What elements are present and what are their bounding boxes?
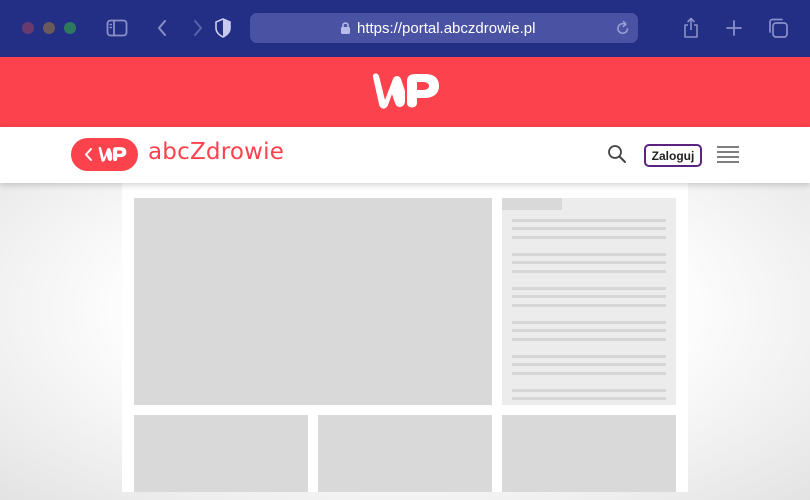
content-area: [0, 183, 810, 500]
share-icon[interactable]: [679, 16, 703, 40]
browser-toolbar: https://portal.abczdrowie.pl: [0, 0, 810, 57]
wp-logo[interactable]: [369, 69, 441, 118]
text-line-placeholder: [512, 389, 666, 392]
site-brand-logo[interactable]: abcZdrowie: [148, 139, 284, 165]
text-line-placeholder: [512, 304, 666, 307]
login-button[interactable]: Zaloguj: [644, 144, 702, 167]
text-line-placeholder: [512, 321, 666, 324]
reload-icon[interactable]: [616, 20, 630, 41]
forward-icon[interactable]: [186, 16, 210, 40]
text-line-placeholder: [512, 261, 666, 264]
text-line-placeholder: [512, 287, 666, 290]
sidebar-icon[interactable]: [105, 16, 129, 40]
search-icon[interactable]: [607, 144, 627, 169]
site-header: abcZdrowie Zaloguj: [0, 127, 810, 183]
hamburger-menu-icon[interactable]: [717, 145, 739, 168]
sidebar-placeholder: [502, 198, 676, 405]
page-skeleton: [122, 183, 688, 492]
card-placeholder: [134, 415, 308, 492]
lock-icon: [340, 21, 351, 40]
new-tab-icon[interactable]: [722, 16, 746, 40]
portal-topbar: [0, 57, 810, 127]
sidebar-tab-placeholder: [502, 198, 562, 210]
shield-icon[interactable]: [211, 16, 235, 40]
minimize-window-button[interactable]: [43, 22, 55, 34]
text-line-placeholder: [512, 363, 666, 366]
text-line-placeholder: [512, 397, 666, 400]
text-line-placeholder: [512, 329, 666, 332]
text-line-placeholder: [512, 338, 666, 341]
hero-placeholder: [134, 198, 492, 405]
text-line-placeholder: [512, 295, 666, 298]
text-line-placeholder: [512, 270, 666, 273]
address-bar[interactable]: https://portal.abczdrowie.pl: [250, 13, 638, 43]
card-placeholder: [502, 415, 676, 492]
text-line-placeholder: [512, 372, 666, 375]
tabs-icon[interactable]: [766, 16, 790, 40]
text-line-placeholder: [512, 219, 666, 222]
card-placeholder: [318, 415, 492, 492]
back-icon[interactable]: [150, 16, 174, 40]
text-line-placeholder: [512, 236, 666, 239]
text-line-placeholder: [512, 227, 666, 230]
text-line-placeholder: [512, 253, 666, 256]
back-to-wp-button[interactable]: [71, 138, 138, 171]
text-line-placeholder: [512, 355, 666, 358]
address-url: https://portal.abczdrowie.pl: [357, 20, 536, 37]
close-window-button[interactable]: [22, 22, 34, 34]
zoom-window-button[interactable]: [64, 22, 76, 34]
